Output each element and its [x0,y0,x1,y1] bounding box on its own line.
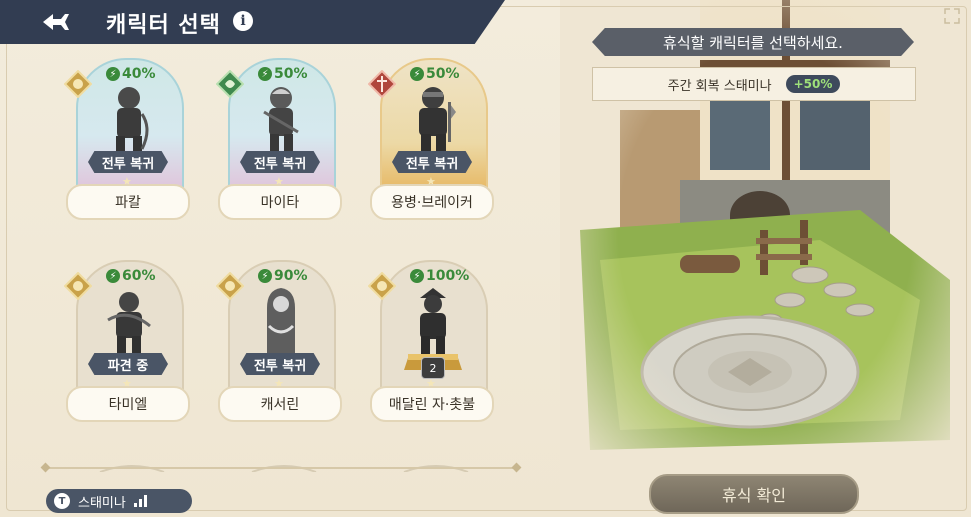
sun-class-icon [64,272,92,300]
list-divider [46,467,516,469]
instruction-banner: 휴식할 캐릭터를 선택하세요. [592,28,914,56]
character-sprite [263,87,299,154]
stamina-value: 100% [426,268,470,284]
character-card[interactable]: ⚡ 50% 전투 복귀 ★ 마이타 [216,58,344,228]
sword-class-icon [368,70,396,98]
stamina-percent: ⚡ 50% [258,66,308,82]
page-title: 캐릭터 선택 [106,13,221,38]
status-tag: 전투 복귀 [392,151,472,173]
character-sprite [420,288,446,356]
level-badge: 2 [421,357,445,379]
back-arrow-icon [43,14,69,30]
character-card[interactable]: ⚡ 60% 파견 중 ★ 타미엘 [64,260,192,430]
character-card[interactable]: ⚡ 100% 2 ★ 매달린 자·촛불 [368,260,496,430]
status-tag: 전투 복귀 [240,353,320,375]
stamina-value: 40% [122,66,156,82]
sort-type-icon: T [54,493,70,509]
sun-class-icon [64,70,92,98]
stamina-percent: ⚡ 90% [258,268,308,284]
lightning-icon: ⚡ [258,269,272,283]
character-sprite [107,292,151,356]
character-card[interactable]: ⚡ 90% 전투 복귀 ★ 캐서린 [216,260,344,430]
lightning-icon: ⚡ [258,67,272,81]
lightning-icon: ⚡ [106,269,120,283]
character-sprite [267,288,295,356]
sun-class-icon [368,272,396,300]
signal-bars-icon [133,495,147,507]
character-name: 타미엘 [66,386,190,422]
status-tag: 전투 복귀 [88,151,168,173]
character-name: 파칼 [66,184,190,220]
stamina-percent: ⚡ 50% [410,66,460,82]
stamina-percent: ⚡ 100% [410,268,469,284]
lightning-icon: ⚡ [410,269,424,283]
sun-class-icon [216,272,244,300]
stamina-percent: ⚡ 40% [106,66,156,82]
stamina-value: 60% [122,268,156,284]
status-tag: 전투 복귀 [240,151,320,173]
stamina-value: 90% [274,268,308,284]
character-name: 마이타 [218,184,342,220]
character-name: 용병·브레이커 [370,184,494,220]
lightning-icon: ⚡ [106,67,120,81]
character-name: 캐서린 [218,386,342,422]
status-tag: 파견 중 [88,353,168,375]
info-icon[interactable]: i [233,11,253,31]
character-card[interactable]: ⚡ 40% 전투 복귀 ★ 파칼 [64,58,192,228]
leaf-class-icon [216,70,244,98]
weekly-recovery-label: 주간 회복 스태미나 [667,78,772,94]
confirm-rest-button[interactable]: 휴식 확인 [649,474,859,514]
lightning-icon: ⚡ [410,67,424,81]
expand-icon[interactable] [944,8,960,24]
sort-stamina-button[interactable]: T 스태미나 [46,489,192,513]
character-name: 매달린 자·촛불 [370,386,494,422]
character-sprite [419,87,456,154]
stamina-value: 50% [274,66,308,82]
stamina-percent: ⚡ 60% [106,268,156,284]
weekly-recovery-box: 주간 회복 스태미나 +50% [592,67,916,101]
character-sprite [116,87,149,154]
sort-label: 스태미나 [78,495,126,511]
character-card[interactable]: ⚡ 50% 전투 복귀 ★ 용병·브레이커 [368,58,496,228]
back-button[interactable] [36,6,76,38]
weekly-bonus-badge: +50% [785,75,841,93]
stamina-value: 50% [426,66,460,82]
